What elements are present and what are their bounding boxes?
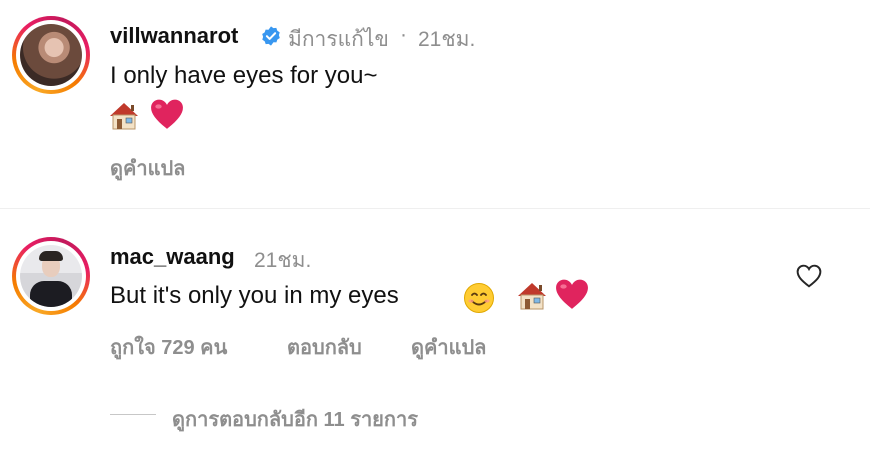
comment2-text: But it's only you in my eyes [110,282,399,310]
verified-badge-icon [262,26,280,46]
house-emoji [110,103,138,130]
comment1-time[interactable]: 21ชม. [418,23,475,56]
divider [0,208,870,209]
comment2-text-content: But it's only you in my eyes [110,282,399,309]
avatar-photo [20,24,82,86]
comment1-text: I only have eyes for you~ [110,62,378,89]
avatar-mac-waang[interactable] [12,237,90,315]
avatar-villwannarot[interactable] [12,16,90,94]
comment1-separator: · [400,23,407,46]
comment1-edited-label: มีการแก้ไข [288,28,389,51]
comment2-reply-button[interactable]: ตอบกลับ [287,331,362,363]
view-more-replies-button[interactable]: ดูการตอบกลับอีก 11 รายการ [172,403,418,435]
replies-divider-line [110,414,156,415]
avatar-photo [20,245,82,307]
like-heart-icon[interactable] [796,264,822,288]
comment2-likes-count[interactable]: ถูกใจ 729 คน [110,331,227,363]
comment1-translate-button[interactable]: ดูคำแปล [110,152,185,184]
red-heart-emoji [151,99,183,129]
comment2-time[interactable]: 21ชม. [254,244,311,277]
house-emoji [518,283,546,310]
comment2-translate-button[interactable]: ดูคำแปล [411,331,486,363]
smiling-face-emoji [464,283,494,313]
red-heart-emoji [556,279,588,309]
comment1-username[interactable]: villwannarot [110,23,238,49]
comment2-username[interactable]: mac_waang [110,244,235,270]
